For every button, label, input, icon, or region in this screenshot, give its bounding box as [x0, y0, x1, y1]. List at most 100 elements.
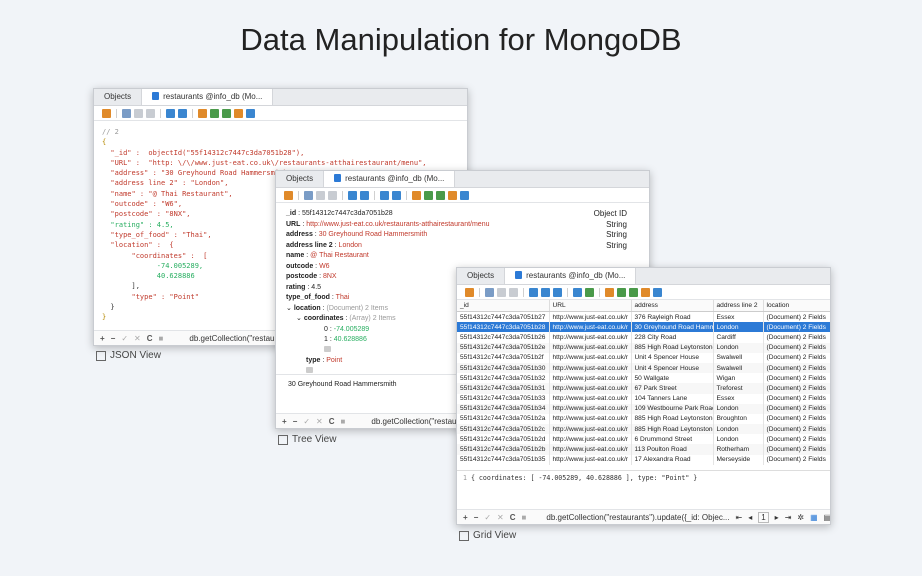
table-cell[interactable]: (Document) 2 Fields	[763, 434, 830, 445]
column-header[interactable]: _id	[457, 300, 550, 312]
refresh-icon[interactable]	[360, 190, 369, 200]
table-cell[interactable]: (Document) 2 Fields	[763, 383, 830, 394]
table-cell[interactable]: (Document) 2 Fields	[763, 373, 830, 384]
table-cell[interactable]: London	[713, 322, 764, 333]
import-icon[interactable]	[198, 108, 207, 118]
table-cell[interactable]: 55f14312c7447c3da7051b33	[457, 393, 550, 404]
export-icon[interactable]	[210, 108, 219, 118]
chart-icon[interactable]	[653, 287, 662, 297]
column-header[interactable]: address line 2	[713, 300, 764, 312]
edit-icon[interactable]	[166, 108, 175, 118]
column-header[interactable]: URL	[549, 300, 632, 312]
copy-icon[interactable]	[316, 190, 325, 200]
reload-icon[interactable]: C	[147, 334, 153, 343]
discard-icon[interactable]: ✕	[134, 334, 141, 343]
expand-icon[interactable]	[380, 190, 389, 200]
discard-icon[interactable]: ✕	[497, 513, 504, 522]
table-cell[interactable]: Unit 4 Spencer House	[631, 362, 714, 374]
table-cell[interactable]: 55f14312c7447c3da7051b32	[457, 373, 550, 384]
table-cell[interactable]: (Document) 2 Fields	[763, 311, 830, 323]
refresh-icon[interactable]	[541, 287, 550, 297]
table-cell[interactable]: 55f14312c7447c3da7051b2e	[457, 342, 550, 353]
search-icon[interactable]	[436, 190, 445, 200]
table-cell[interactable]: http://www.just-eat.co.uk/r	[549, 352, 632, 363]
table-cell[interactable]: 55f14312c7447c3da7051b2b	[457, 444, 550, 455]
chart-icon[interactable]	[246, 108, 255, 118]
table-cell[interactable]: http://www.just-eat.co.uk/r	[549, 444, 632, 455]
collapse-icon[interactable]	[392, 190, 401, 200]
table-cell[interactable]: http://www.just-eat.co.uk/r	[549, 454, 632, 465]
delete-icon[interactable]	[509, 287, 518, 297]
tab-restaurants[interactable]: restaurants @info_db (Mo...	[504, 268, 637, 284]
table-icon[interactable]	[102, 108, 111, 118]
table-cell[interactable]: 55f14312c7447c3da7051b2d	[457, 434, 550, 445]
settings-icon[interactable]: ✲	[797, 513, 804, 522]
table-row[interactable]: 55f14312c7447c3da7051b26 http://www.just-…	[457, 332, 830, 343]
reload-icon[interactable]: C	[510, 513, 516, 522]
refresh-icon[interactable]	[178, 108, 187, 118]
add-row-icon[interactable]	[485, 287, 494, 297]
table-cell[interactable]: 55f14312c7447c3da7051b2a	[457, 413, 550, 425]
table-cell[interactable]: (Document) 2 Fields	[763, 362, 830, 374]
table-cell[interactable]: 55f14312c7447c3da7051b26	[457, 332, 550, 343]
add-icon[interactable]	[324, 345, 331, 352]
table-cell[interactable]: London	[713, 342, 764, 353]
table-cell[interactable]: (Document) 2 Fields	[763, 352, 830, 363]
table-cell[interactable]: 30 Greyhound Road Hamm	[631, 322, 714, 333]
table-cell[interactable]: http://www.just-eat.co.uk/r	[549, 342, 632, 353]
prev-page-icon[interactable]: ◂	[748, 513, 752, 522]
column-header[interactable]: location	[763, 300, 830, 312]
delete-icon[interactable]	[328, 190, 337, 200]
add-icon[interactable]: +	[463, 513, 468, 522]
tab-objects[interactable]: Objects	[457, 268, 504, 284]
chart-icon[interactable]	[460, 190, 469, 200]
table-row[interactable]: 55f14312c7447c3da7051b35 http://www.just-…	[457, 454, 830, 465]
table-cell[interactable]: http://www.just-eat.co.uk/r	[549, 424, 632, 435]
table-cell[interactable]: Essex	[713, 393, 764, 404]
add-row-icon[interactable]	[122, 108, 131, 118]
table-cell[interactable]: Swalwell	[713, 362, 764, 374]
chevron-down-icon[interactable]: ⌄	[286, 305, 292, 312]
table-cell[interactable]: http://www.just-eat.co.uk/r	[549, 393, 632, 404]
tree-row-id[interactable]: _id : 55f14312c7447c3da7051b28 Object ID	[286, 209, 639, 220]
remove-icon[interactable]: −	[474, 513, 479, 522]
tab-restaurants[interactable]: restaurants @info_db (Mo...	[141, 89, 274, 105]
table-cell[interactable]: (Document) 2 Fields	[763, 332, 830, 343]
table-cell[interactable]: (Document) 2 Fields	[763, 403, 830, 414]
table-icon[interactable]	[465, 287, 474, 297]
copy-icon[interactable]	[497, 287, 506, 297]
tree-row-address[interactable]: address : 30 Greyhound Road Hammersmith S…	[286, 230, 639, 241]
apply-icon[interactable]: ✓	[303, 417, 310, 426]
table-row[interactable]: 55f14312c7447c3da7051b2c http://www.just-…	[457, 424, 830, 435]
table-cell[interactable]: http://www.just-eat.co.uk/r	[549, 332, 632, 343]
table-cell[interactable]: (Document) 2 Fields	[763, 424, 830, 435]
table-cell[interactable]: 55f14312c7447c3da7051b35	[457, 454, 550, 465]
import-icon[interactable]	[605, 287, 614, 297]
table-row[interactable]: 55f14312c7447c3da7051b2f http://www.just-…	[457, 352, 830, 363]
apply-icon[interactable]: ✓	[484, 513, 491, 522]
column-header[interactable]: address	[631, 300, 714, 312]
table-row[interactable]: 55f14312c7447c3da7051b28 http://www.just-…	[457, 322, 830, 333]
page-number-input[interactable]: 1	[758, 511, 769, 523]
table-row[interactable]: 55f14312c7447c3da7051b33 http://www.just-…	[457, 393, 830, 404]
add-icon[interactable]: +	[282, 417, 287, 426]
table-cell[interactable]: Merseyside	[713, 454, 764, 465]
table-cell[interactable]: Cardiff	[713, 332, 764, 343]
remove-icon[interactable]: −	[111, 334, 116, 343]
table-cell[interactable]: Essex	[713, 311, 764, 323]
table-cell[interactable]: 113 Poulton Road	[631, 444, 714, 455]
table-row[interactable]: 55f14312c7447c3da7051b32 http://www.just-…	[457, 373, 830, 384]
table-cell[interactable]: http://www.just-eat.co.uk/r	[549, 373, 632, 384]
filter-icon[interactable]	[448, 190, 457, 200]
tab-objects[interactable]: Objects	[276, 171, 323, 187]
table-cell[interactable]: 885 High Road Leytonstone	[631, 413, 714, 425]
table-cell[interactable]: (Document) 2 Fields	[763, 444, 830, 455]
stop-icon[interactable]: ■	[159, 334, 164, 343]
table-cell[interactable]: 885 High Road Leytonstone	[631, 342, 714, 353]
delete-icon[interactable]	[146, 108, 155, 118]
table-cell[interactable]: (Document) 2 Fields	[763, 393, 830, 404]
filter-icon[interactable]	[234, 108, 243, 118]
discard-icon[interactable]: ✕	[316, 417, 323, 426]
table-cell[interactable]: 104 Tanners Lane	[631, 393, 714, 404]
search-icon[interactable]	[629, 287, 638, 297]
